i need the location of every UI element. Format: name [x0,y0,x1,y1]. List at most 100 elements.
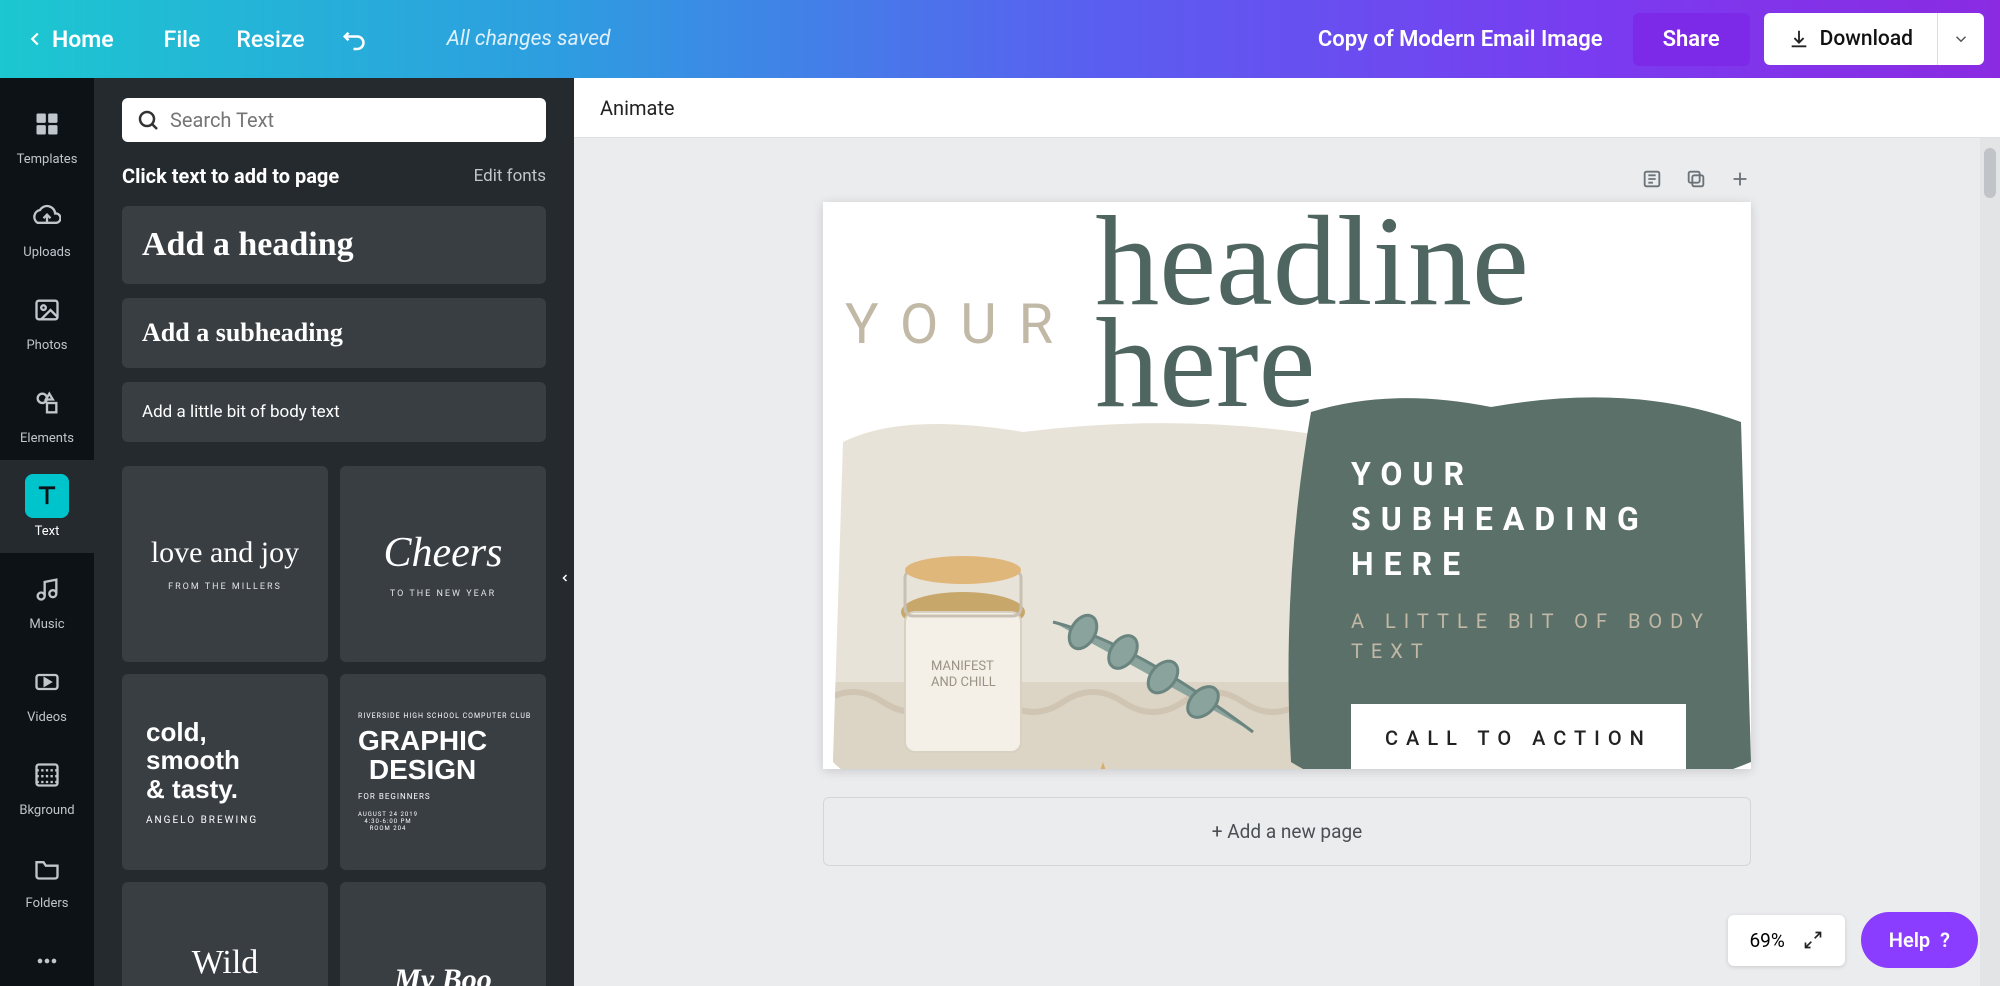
duplicate-page-button[interactable] [1685,168,1707,194]
save-status: All changes saved [447,27,611,51]
nav-text[interactable]: Text [0,460,94,553]
sidepanel-wrap: Click text to add to page Edit fonts Add… [94,78,574,986]
nav-label: Bkground [19,803,74,818]
nav-folders[interactable]: Folders [0,832,94,925]
add-new-page[interactable]: + Add a new page [823,797,1751,866]
subheading-text: YOUR SUBHEADING HERE [1351,452,1711,586]
download-group: Download [1764,13,1984,65]
plus-icon [1729,168,1751,190]
music-icon [33,575,61,603]
expand-icon[interactable] [1803,930,1823,950]
notes-button[interactable] [1641,168,1663,194]
template-line: FROM THE MILLERS [168,582,282,592]
sidepanel: Click text to add to page Edit fonts Add… [94,78,574,986]
add-page-button[interactable] [1729,168,1751,194]
edit-fonts-link[interactable]: Edit fonts [474,166,546,186]
subheading-block[interactable]: YOUR SUBHEADING HERE A LITTLE BIT OF BOD… [1351,452,1711,769]
add-body-block[interactable]: Add a little bit of body text [122,382,546,442]
left-nav: Templates Uploads Photos Elements Text M… [0,78,94,986]
template-line: GRAPHIC DESIGN [358,726,487,785]
photos-icon [33,296,61,324]
search-input[interactable] [170,108,532,132]
resize-menu[interactable]: Resize [236,26,304,53]
add-heading-block[interactable]: Add a heading [122,206,546,284]
text-template[interactable]: My Boo [340,882,546,986]
nav-videos[interactable]: Videos [0,646,94,739]
chevron-left-icon [559,572,571,584]
document-title[interactable]: Copy of Modern Email Image [1318,27,1603,52]
question-icon: ? [1940,928,1950,952]
download-dropdown[interactable] [1937,13,1984,65]
add-body-label: Add a little bit of body text [142,402,526,422]
share-button[interactable]: Share [1633,13,1750,66]
topbar-left: Home File Resize All changes saved [10,18,611,61]
topbar: Home File Resize All changes saved Copy … [0,0,2000,78]
text-template-grid: love and joy FROM THE MILLERS Cheers TO … [122,466,546,986]
nav-elements[interactable]: Elements [0,367,94,460]
cta-button[interactable]: CALL TO ACTION [1351,704,1686,769]
canvas-area: Animate YOUR headline here [574,78,2000,986]
nav-label: Elements [20,431,74,446]
undo-icon [341,24,371,54]
text-template[interactable]: RIVERSIDE HIGH SCHOOL COMPUTER CLUB GRAP… [340,674,546,870]
template-line: Cheers [384,529,503,577]
collapse-panel-button[interactable] [554,538,576,618]
panel-title: Click text to add to page [122,164,339,188]
search-icon [136,108,160,132]
add-subheading-block[interactable]: Add a subheading [122,298,546,368]
help-button[interactable]: Help ? [1861,912,1978,968]
download-button[interactable]: Download [1764,13,1937,65]
template-line: cold, smooth & tasty. [132,718,318,804]
text-template[interactable]: cold, smooth & tasty. ANGELO BREWING [122,674,328,870]
nav-more[interactable]: More [0,925,94,986]
nav-background[interactable]: Bkground [0,739,94,832]
nav-templates[interactable]: Templates [0,88,94,181]
nav-music[interactable]: Music [0,553,94,646]
nav-label: Folders [26,896,69,911]
file-menu[interactable]: File [164,26,201,53]
nav-label: Text [35,524,60,539]
body-text: A LITTLE BIT OF BODY TEXT [1351,606,1711,666]
template-line: ANGELO BREWING [132,815,318,826]
text-template[interactable]: love and joy FROM THE MILLERS [122,466,328,662]
nav-photos[interactable]: Photos [0,274,94,367]
videos-icon [33,668,61,696]
main: Templates Uploads Photos Elements Text M… [0,78,2000,986]
template-line: RIVERSIDE HIGH SCHOOL COMPUTER CLUB [358,712,531,720]
nav-label: Uploads [23,245,70,260]
page-tools [823,168,1751,194]
template-line: SALE [181,982,270,986]
folders-icon [33,854,61,882]
elements-icon [33,389,61,417]
canvas-scroll[interactable]: YOUR headline here [574,138,2000,986]
scrollbar-thumb[interactable] [1984,148,1996,198]
more-icon [33,947,61,975]
vertical-scrollbar[interactable] [1980,138,2000,986]
nav-uploads[interactable]: Uploads [0,181,94,274]
chevron-down-icon [1952,30,1970,48]
svg-text:MANIFEST: MANIFEST [931,659,994,674]
template-line: FOR BEGINNERS [358,792,431,801]
template-line: TO THE NEW YEAR [390,589,496,599]
undo-button[interactable] [341,24,371,54]
search-box[interactable] [122,98,546,142]
chevron-left-icon [24,28,46,50]
download-icon [1788,28,1810,50]
duplicate-icon [1685,168,1707,190]
nav-label: Templates [17,152,78,167]
background-icon [33,761,61,789]
home-button[interactable]: Home [10,18,128,61]
template-line: AUGUST 24 2019 4:30-6:00 PM ROOM 204 [358,811,418,832]
animate-button[interactable]: Animate [600,96,675,120]
template-line: My Boo [394,963,492,986]
text-icon [33,482,61,510]
nav-label: Music [29,617,64,632]
text-template[interactable]: Cheers TO THE NEW YEAR [340,466,546,662]
download-label: Download [1820,27,1913,51]
zoom-control[interactable]: 69% [1728,915,1845,966]
design-page[interactable]: YOUR headline here [823,202,1751,769]
nav-label: Videos [27,710,67,725]
canvas-toolbar: Animate [574,78,2000,138]
add-subheading-label: Add a subheading [142,318,526,348]
text-template[interactable]: Wild SALE [122,882,328,986]
